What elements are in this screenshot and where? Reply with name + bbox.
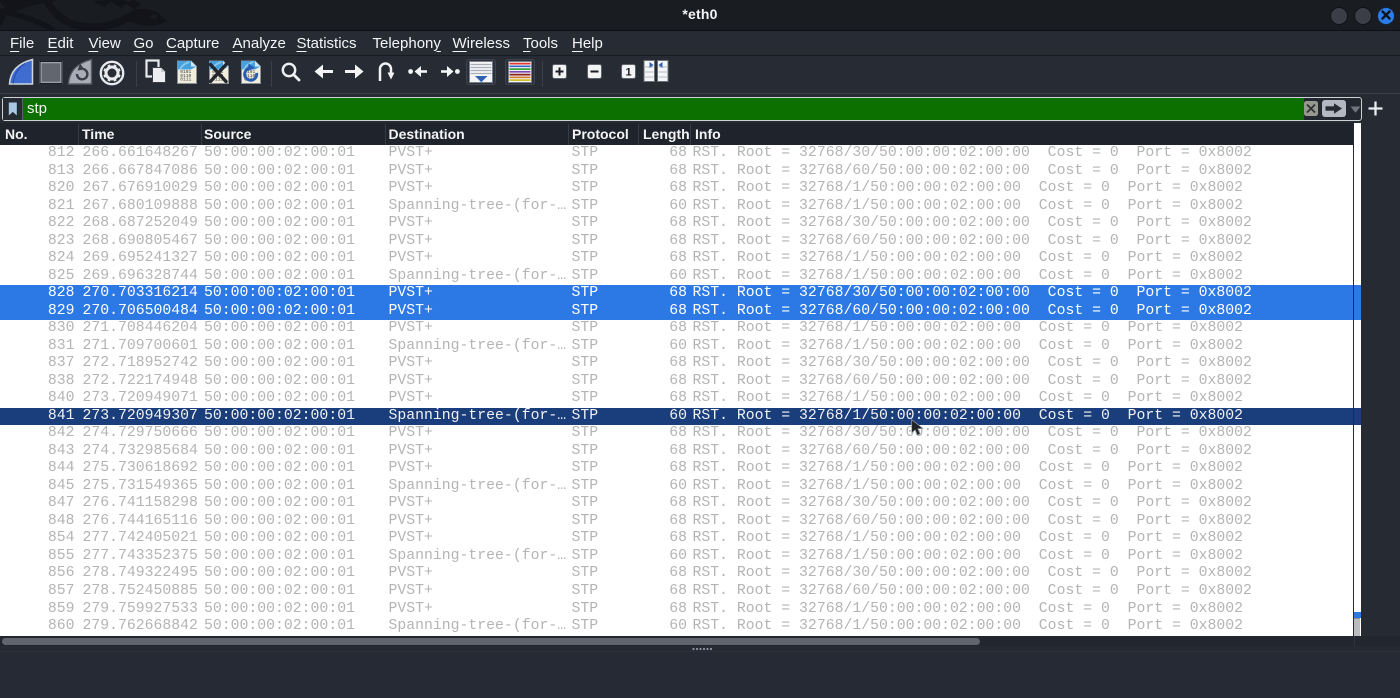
svg-text:0111: 0111 bbox=[180, 76, 191, 82]
svg-text:1: 1 bbox=[625, 67, 631, 79]
